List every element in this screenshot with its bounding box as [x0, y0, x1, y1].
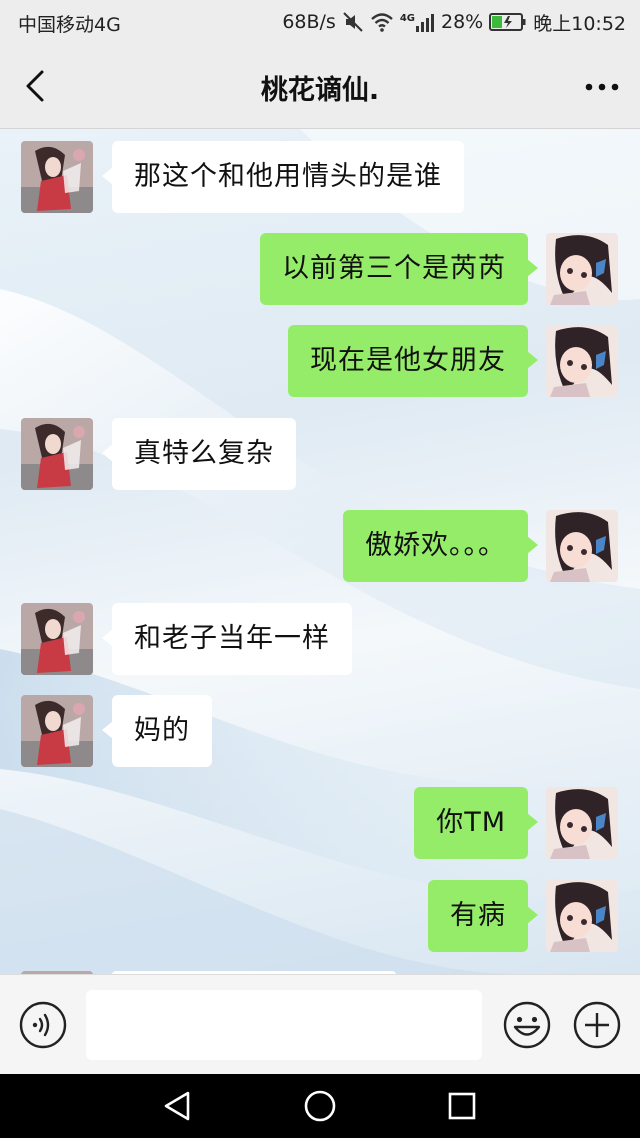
message-bubble[interactable]: 现在是他女朋友	[288, 325, 538, 397]
mute-icon	[343, 12, 363, 32]
recents-square-icon[interactable]	[446, 1090, 478, 1122]
contact-avatar[interactable]	[21, 141, 93, 213]
message-bubble[interactable]: 傲娇欢。。。	[343, 510, 538, 582]
contact-avatar[interactable]	[21, 603, 93, 675]
system-nav-bar	[0, 1074, 640, 1138]
outgoing-message: 傲娇欢。。。	[0, 510, 640, 582]
contact-avatar[interactable]	[21, 695, 93, 767]
my-avatar[interactable]	[546, 787, 618, 859]
message-bubble[interactable]: 那这个和他用情头的是谁	[102, 141, 464, 213]
home-circle-icon[interactable]	[302, 1088, 338, 1124]
my-avatar[interactable]	[546, 233, 618, 305]
message-bubble[interactable]: 真特么复杂	[102, 418, 296, 490]
back-triangle-icon[interactable]	[160, 1090, 196, 1122]
chat-header: 桃花谪仙.	[0, 46, 640, 129]
incoming-message: 真特么复杂	[0, 418, 640, 490]
wifi-icon	[371, 13, 393, 32]
my-avatar[interactable]	[546, 510, 618, 582]
signal-icon	[416, 14, 434, 32]
message-bubble[interactable]: 和老子当年一样	[102, 603, 352, 675]
input-bar	[0, 974, 640, 1075]
outgoing-message: 你TM	[0, 787, 640, 859]
incoming-message: 妈的	[0, 695, 640, 767]
contact-avatar[interactable]	[21, 418, 93, 490]
chat-screen: 中国移动4G 68B/s 4G 28% 晚上10:52 桃花谪仙. 那这个和他用…	[0, 0, 640, 1138]
network-speed: 68B/s	[282, 11, 336, 33]
message-bubble[interactable]: 以前第三个是芮芮	[260, 233, 538, 305]
carrier-label: 中国移动4G	[18, 14, 121, 36]
plus-icon[interactable]	[572, 1000, 622, 1050]
outgoing-message: 有病	[0, 880, 640, 952]
incoming-message: 那这个和他用情头的是谁	[0, 141, 640, 213]
chat-title: 桃花谪仙.	[260, 75, 380, 106]
network-type: 4G	[399, 13, 415, 24]
my-avatar[interactable]	[546, 325, 618, 397]
message-bubble[interactable]: 你TM	[414, 787, 538, 859]
status-right: 68B/s 4G 28% 晚上10:52	[282, 8, 626, 36]
incoming-message: 和老子当年一样	[0, 603, 640, 675]
outgoing-message: 现在是他女朋友	[0, 325, 640, 397]
outgoing-message: 以前第三个是芮芮	[0, 233, 640, 305]
message-list[interactable]: 那这个和他用情头的是谁以前第三个是芮芮现在是他女朋友真特么复杂 傲娇欢。。。和老子…	[0, 129, 640, 974]
more-dots-icon[interactable]	[582, 72, 622, 102]
status-bar: 中国移动4G 68B/s 4G 28% 晚上10:52	[0, 0, 640, 46]
my-avatar[interactable]	[546, 880, 618, 952]
message-bubble[interactable]: 妈的	[102, 695, 212, 767]
voice-icon[interactable]	[18, 1000, 68, 1050]
battery-icon	[489, 13, 526, 31]
clock: 晚上10:52	[533, 12, 626, 35]
signal-group: 4G	[400, 11, 435, 33]
message-input[interactable]	[86, 990, 482, 1060]
message-bubble[interactable]: 有病	[428, 880, 538, 952]
battery-percent: 28%	[441, 11, 484, 33]
emoji-icon[interactable]	[502, 1000, 552, 1050]
